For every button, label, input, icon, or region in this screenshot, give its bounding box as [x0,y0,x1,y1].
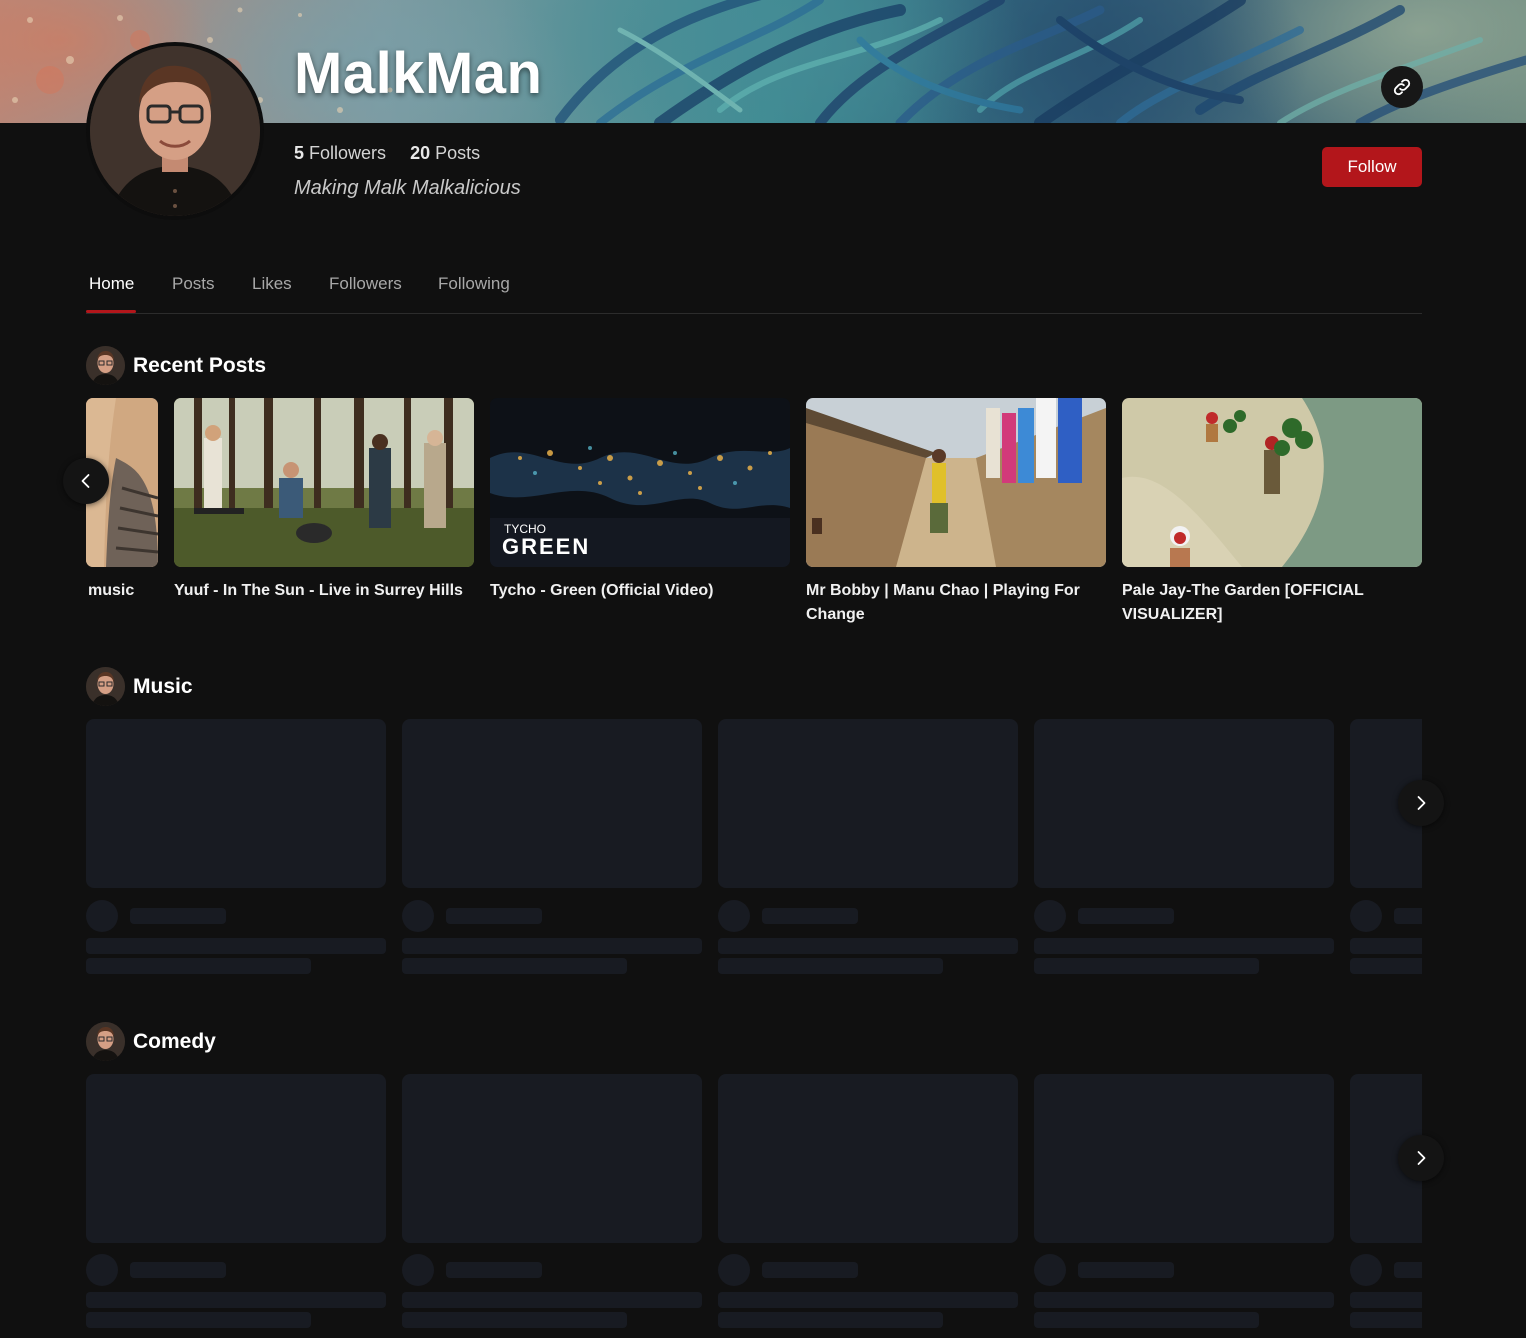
skeleton-line [446,1262,542,1278]
skeleton-line [762,1262,858,1278]
post-title[interactable]: Mr Bobby | Manu Chao | Playing For Chang… [806,579,1106,627]
skeleton-card [718,1074,1018,1243]
tab-posts[interactable]: Posts [172,274,215,294]
music-header: Music [86,667,193,706]
skeleton-line [402,958,627,974]
section-avatar [86,667,125,706]
skeleton-line [718,938,1018,954]
post-title[interactable]: Pale Jay-The Garden [OFFICIAL VISUALIZER… [1122,579,1422,627]
skeleton-line [1350,958,1422,974]
skeleton-line [86,938,386,954]
skeleton-line [130,908,226,924]
skeleton-line [762,908,858,924]
skeleton-line [402,938,702,954]
skeleton-line [1034,958,1259,974]
profile-name: MalkMan [294,41,543,106]
chevron-left-icon [81,474,90,488]
skeleton-card [1034,719,1334,888]
posts-count: 20 [410,143,431,163]
profile-stats: 5 Followers 20 Posts [294,143,480,164]
share-link-button[interactable] [1381,66,1423,108]
post-title[interactable]: Tycho - Green (Official Video) [490,579,790,603]
profile-avatar [86,42,264,220]
skeleton-avatar [86,900,118,932]
skeleton-line [1394,908,1422,924]
post-title[interactable]: music [88,579,158,603]
skeleton-line [86,1292,386,1308]
skeleton-card [1034,1074,1334,1243]
post-thumbnail[interactable] [806,398,1106,567]
followers-count: 5 [294,143,305,163]
skeleton-avatar [718,900,750,932]
skeleton-card [86,719,386,888]
section-avatar [86,346,125,385]
skeleton-line [1350,1312,1422,1328]
skeleton-card [402,1074,702,1243]
posts-stat[interactable]: 20 Posts [410,143,480,164]
music-title: Music [133,674,193,698]
profile-page: MalkMan 5 Followers 20 Posts Making Malk… [0,0,1526,1338]
skeleton-line [718,958,943,974]
skeleton-line [446,908,542,924]
carousel-next-button[interactable] [1398,780,1444,826]
post-thumbnail[interactable]: TYCHO GREEN [490,398,790,567]
followers-stat[interactable]: 5 Followers [294,143,386,164]
skeleton-line [718,1312,943,1328]
skeleton-line [1034,1312,1259,1328]
skeleton-card [402,719,702,888]
tab-home[interactable]: Home [89,274,134,294]
active-tab-indicator [86,310,136,313]
follow-button[interactable]: Follow [1322,147,1422,187]
music-skeleton-row [86,719,1422,979]
skeleton-line [718,1292,1018,1308]
skeleton-card [718,719,1018,888]
post-thumbnail[interactable] [1122,398,1422,567]
skeleton-line [1350,1292,1422,1308]
profile-tagline: Making Malk Malkalicious [294,177,521,199]
post-thumbnail[interactable] [174,398,474,567]
link-icon [1393,78,1411,96]
posts-label: Posts [435,143,481,163]
skeleton-avatar [1350,900,1382,932]
skeleton-card [86,1074,386,1243]
carousel-prev-button[interactable] [63,458,109,504]
skeleton-avatar [1034,1254,1066,1286]
skeleton-line [86,1312,311,1328]
skeleton-avatar [1034,900,1066,932]
chevron-right-icon [1417,796,1426,810]
skeleton-line [402,1292,702,1308]
avatar-portrait [90,46,260,216]
post-title[interactable]: Yuuf - In The Sun - Live in Surrey Hills [174,579,474,603]
skeleton-line [1394,1262,1422,1278]
skeleton-line [1078,1262,1174,1278]
skeleton-line [1034,1292,1334,1308]
skeleton-line [1034,938,1334,954]
skeleton-line [402,1312,627,1328]
section-avatar [86,1022,125,1061]
tab-likes[interactable]: Likes [252,274,292,294]
skeleton-avatar [402,900,434,932]
skeleton-avatar [718,1254,750,1286]
skeleton-avatar [402,1254,434,1286]
thumb-text-big: GREEN [502,534,590,559]
skeleton-avatar [86,1254,118,1286]
comedy-title: Comedy [133,1029,216,1053]
skeleton-avatar [1350,1254,1382,1286]
skeleton-line [1078,908,1174,924]
recent-posts-header: Recent Posts [86,346,266,385]
skeleton-line [86,958,311,974]
carousel-next-button[interactable] [1398,1135,1444,1181]
recent-posts-title: Recent Posts [133,353,267,377]
comedy-skeleton-row [86,1074,1422,1338]
tab-followers[interactable]: Followers [329,274,402,294]
followers-label: Followers [309,143,387,163]
skeleton-line [1350,938,1422,954]
chevron-right-icon [1417,1151,1426,1165]
profile-tabs: Home Posts Likes Followers Following [86,266,1422,314]
skeleton-line [130,1262,226,1278]
comedy-header: Comedy [86,1022,216,1061]
tab-following[interactable]: Following [438,274,510,294]
